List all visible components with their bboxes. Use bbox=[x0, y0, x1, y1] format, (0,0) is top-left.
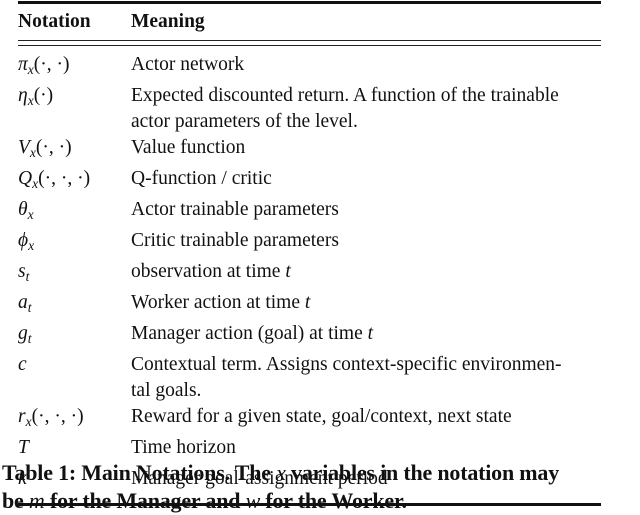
notation-symbol: s bbox=[18, 261, 26, 283]
meaning-cell: Contextual term. Assigns context-specifi… bbox=[131, 352, 601, 404]
caption-text: for the Worker. bbox=[265, 488, 407, 513]
notation-symbol: Q bbox=[18, 168, 33, 190]
notation-symbol: r bbox=[18, 406, 26, 428]
notation-symbol: ϕ bbox=[18, 230, 29, 252]
table-row: gt Manager action (goal) at time t bbox=[18, 321, 601, 352]
meaning-variable: t bbox=[285, 261, 291, 283]
notation-cell: ϕx bbox=[18, 228, 131, 259]
meaning-text: Contextual term. Assigns context-specifi… bbox=[131, 354, 562, 376]
meaning-text: Q-function / critic bbox=[131, 168, 272, 190]
notation-subscript: t bbox=[25, 269, 30, 285]
meaning-cell: Worker action at time t bbox=[131, 290, 601, 321]
notation-cell: st bbox=[18, 259, 131, 290]
header-notation: Notation bbox=[18, 11, 91, 32]
meaning-text: observation at time bbox=[131, 261, 281, 283]
table-row: Qx(·, ·, ·) Q-function / critic bbox=[18, 166, 601, 197]
caption-text: Table 1: Main Notations. The bbox=[2, 460, 271, 485]
table-row: ϕx Critic trainable parameters bbox=[18, 228, 601, 259]
notation-args: (·, ·) bbox=[35, 137, 72, 159]
meaning-text: Actor network bbox=[131, 54, 245, 76]
notation-subscript: x bbox=[28, 238, 35, 254]
notation-subscript: t bbox=[27, 300, 32, 316]
notation-args: (·) bbox=[33, 85, 54, 107]
table-row: θx Actor trainable parameters bbox=[18, 197, 601, 228]
meaning-cell: Manager action (goal) at time t bbox=[131, 321, 601, 352]
notation-cell: gt bbox=[18, 321, 131, 352]
notation-cell: at bbox=[18, 290, 131, 321]
meaning-text: Manager action (goal) at time bbox=[131, 323, 363, 345]
table-row: rx(·, ·, ·) Reward for a given state, goa… bbox=[18, 404, 601, 435]
notation-symbol: a bbox=[18, 292, 28, 314]
notation-cell: rx(·, ·, ·) bbox=[18, 404, 131, 435]
meaning-cell: observation at time t bbox=[131, 259, 601, 290]
caption-line-2: be m for the Manager and w for the Worke… bbox=[0, 487, 640, 515]
notation-symbol: V bbox=[18, 137, 30, 159]
notation-cell: c bbox=[18, 352, 131, 404]
meaning-variable: t bbox=[367, 323, 374, 345]
notation-args: (·, ·, ·) bbox=[38, 168, 91, 190]
notation-cell: ηx(·) bbox=[18, 83, 131, 135]
table-row: πx(·, ·) Actor network bbox=[18, 52, 601, 83]
table-caption: Table 1: Main Notations. The x variables… bbox=[0, 459, 640, 515]
meaning-cell: Expected discounted return. A function o… bbox=[131, 83, 601, 135]
meaning-text: Worker action at time bbox=[131, 292, 300, 314]
meaning-cell: Actor network bbox=[131, 52, 601, 83]
notation-symbol: π bbox=[18, 54, 28, 76]
meaning-cell: Critic trainable parameters bbox=[131, 228, 601, 259]
caption-text: be bbox=[2, 488, 24, 513]
caption-var-w: w bbox=[245, 488, 261, 513]
meaning-text: Value function bbox=[131, 137, 246, 159]
meaning-text: Critic trainable parameters bbox=[131, 230, 339, 252]
caption-text: variables in the notation may bbox=[291, 460, 560, 485]
meaning-text: Expected discounted return. A function o… bbox=[131, 85, 559, 133]
caption-var-x: x bbox=[276, 460, 286, 485]
notation-symbol: T bbox=[18, 437, 29, 459]
notation-subscript: t bbox=[27, 331, 32, 347]
notation-symbol: g bbox=[18, 323, 28, 345]
table-row: ηx(·) Expected discounted return. A funct… bbox=[18, 83, 601, 135]
notation-args: (·, ·) bbox=[33, 54, 70, 76]
meaning-text: Time horizon bbox=[131, 437, 236, 459]
meaning-text: Actor trainable parameters bbox=[131, 199, 339, 221]
notation-symbol: θ bbox=[18, 199, 28, 221]
meaning-text-continued: tal goals. bbox=[131, 380, 202, 402]
header-meaning: Meaning bbox=[131, 11, 205, 32]
notation-args: (·, ·, ·) bbox=[31, 406, 84, 428]
meaning-cell: Reward for a given state, goal/context, … bbox=[131, 404, 601, 435]
table-body: πx(·, ·) Actor network ηx(·) Expected disco… bbox=[18, 46, 601, 503]
table-header: Notation Meaning bbox=[18, 4, 601, 40]
caption-text: for the Manager and bbox=[49, 488, 241, 513]
table-row: Vx(·, ·) Value function bbox=[18, 135, 601, 166]
meaning-cell: Q-function / critic bbox=[131, 166, 601, 197]
notation-cell: πx(·, ·) bbox=[18, 52, 131, 83]
notation-cell: Qx(·, ·, ·) bbox=[18, 166, 131, 197]
notation-table: Notation Meaning πx(·, ·) Actor network ηx… bbox=[18, 0, 601, 506]
notation-symbol: η bbox=[18, 85, 28, 107]
table-row: at Worker action at time t bbox=[18, 290, 601, 321]
notation-symbol: c bbox=[18, 354, 27, 376]
table-row: st observation at time t bbox=[18, 259, 601, 290]
meaning-cell: Actor trainable parameters bbox=[131, 197, 601, 228]
caption-var-m: m bbox=[28, 488, 45, 513]
meaning-variable: t bbox=[304, 292, 311, 314]
caption-line-1: Table 1: Main Notations. The x variables… bbox=[0, 459, 640, 487]
notation-subscript: x bbox=[27, 207, 34, 223]
notation-cell: Vx(·, ·) bbox=[18, 135, 131, 166]
meaning-cell: Value function bbox=[131, 135, 601, 166]
meaning-text: Reward for a given state, goal/context, … bbox=[131, 406, 512, 428]
table-row: c Contextual term. Assigns context-specif… bbox=[18, 352, 601, 404]
notation-cell: θx bbox=[18, 197, 131, 228]
